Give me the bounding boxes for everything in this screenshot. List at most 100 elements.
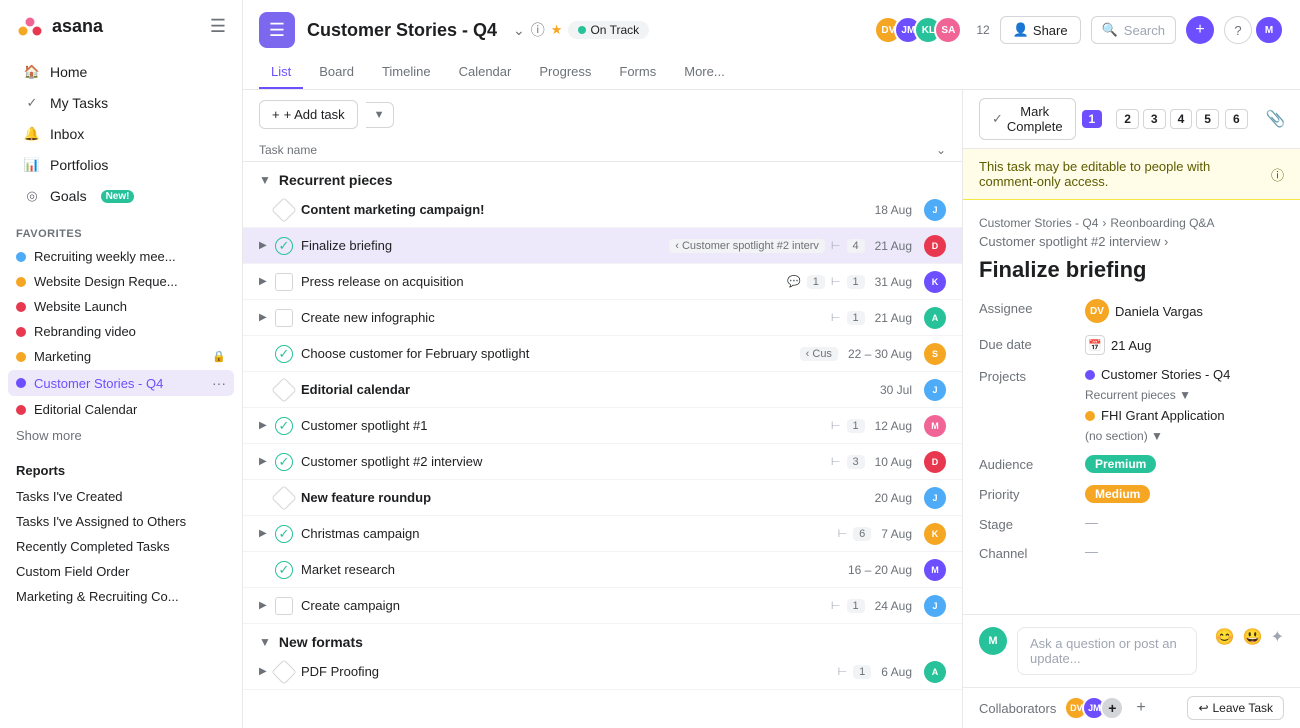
expand-icon[interactable]: ▶ xyxy=(259,456,275,467)
section-new-formats[interactable]: ▼ New formats xyxy=(243,624,962,654)
subtask-count: 1 xyxy=(847,275,865,289)
task-checkbox[interactable] xyxy=(271,659,296,684)
fav-label-customer-stories: Customer Stories - Q4 xyxy=(34,376,163,391)
reports-title[interactable]: Reports xyxy=(0,457,242,484)
add-collaborator-icon[interactable]: + xyxy=(1136,699,1145,717)
task-checkbox[interactable] xyxy=(271,197,296,222)
emoji-icon[interactable]: 😊 xyxy=(1215,627,1235,647)
tab-calendar[interactable]: Calendar xyxy=(447,56,524,89)
reports-item-custom-field[interactable]: Custom Field Order xyxy=(0,559,242,584)
favorite-item-editorial[interactable]: Editorial Calendar xyxy=(0,397,242,422)
sidebar-item-home[interactable]: 🏠 Home xyxy=(8,57,234,87)
task-row[interactable]: ▶ ✓ Customer spotlight #2 interview ⊢ 3 … xyxy=(243,444,962,480)
asana-logo[interactable]: asana xyxy=(16,12,103,40)
reports-item-assigned[interactable]: Tasks I've Assigned to Others xyxy=(0,509,242,534)
tab-board[interactable]: Board xyxy=(307,56,366,89)
comment-input[interactable]: Ask a question or post an update... xyxy=(1017,627,1197,675)
project2-row: FHI Grant Application (no section) ▼ xyxy=(1085,408,1284,443)
mark-complete-button[interactable]: ✓ Mark Complete xyxy=(979,98,1076,140)
expand-icon[interactable]: ▶ xyxy=(259,420,275,431)
task-checkbox[interactable] xyxy=(275,273,293,291)
task-avatar: K xyxy=(924,523,946,545)
sort-icon[interactable]: ⌄ xyxy=(936,143,946,157)
sidebar-toggle[interactable]: ☰ xyxy=(210,16,226,37)
task-row[interactable]: ▶ Create new infographic ⊢ 1 21 Aug A xyxy=(243,300,962,336)
favorite-item-website-launch[interactable]: Website Launch xyxy=(0,294,242,319)
project-icon[interactable]: ☰ xyxy=(259,12,295,48)
reports-item-created[interactable]: Tasks I've Created xyxy=(0,484,242,509)
expand-icon[interactable]: ▶ xyxy=(259,276,275,287)
sidebar-item-mytasks[interactable]: ✓ My Tasks xyxy=(8,88,234,118)
task-row[interactable]: ✓ Market research 16 – 20 Aug M xyxy=(243,552,962,588)
subtask-icon[interactable]: ⊢ xyxy=(1292,105,1300,133)
smiley-icon[interactable]: 😃 xyxy=(1243,627,1263,647)
tab-progress[interactable]: Progress xyxy=(527,56,603,89)
task-meta: ‹ Customer spotlight #2 interv ⊢ 4 21 Au… xyxy=(669,235,946,257)
task-checkbox[interactable]: ✓ xyxy=(275,525,293,543)
search-box[interactable]: 🔍 Search xyxy=(1091,16,1176,44)
favorite-item-customer-stories[interactable]: Customer Stories - Q4 ··· xyxy=(8,370,234,396)
fav-label-website-launch: Website Launch xyxy=(34,299,127,314)
task-row[interactable]: ✓ Choose customer for February spotlight… xyxy=(243,336,962,372)
tab-timeline[interactable]: Timeline xyxy=(370,56,443,89)
info-icon[interactable]: ⓘ xyxy=(531,20,545,40)
task-row[interactable]: ▶ PDF Proofing ⊢ 1 6 Aug A xyxy=(243,654,962,690)
chevron-down-icon[interactable]: ⌄ xyxy=(513,22,525,39)
task-row[interactable]: ▶ Press release on acquisition 💬 1 ⊢ 1 3… xyxy=(243,264,962,300)
content-area: + + Add task ▼ Task name ⌄ ▼ Recurrent p… xyxy=(243,90,1300,728)
task-row[interactable]: ▶ ✓ Customer spotlight #1 ⊢ 1 12 Aug M xyxy=(243,408,962,444)
favorite-item-recruiting[interactable]: Recruiting weekly mee... xyxy=(0,244,242,269)
detail-breadcrumb[interactable]: Customer Stories - Q4 › Reonboarding Q&A xyxy=(979,216,1284,230)
reports-item-marketing-recruiting[interactable]: Marketing & Recruiting Co... xyxy=(0,584,242,609)
task-row[interactable]: Content marketing campaign! 18 Aug J xyxy=(243,192,962,228)
task-checkbox[interactable]: ✓ xyxy=(275,453,293,471)
add-button[interactable]: + xyxy=(1186,16,1214,44)
favorite-item-marketing[interactable]: Marketing 🔒 xyxy=(0,344,242,369)
help-button[interactable]: ? xyxy=(1224,16,1252,44)
project2-section[interactable]: (no section) ▼ xyxy=(1085,429,1163,443)
star-comment-icon[interactable]: ✦ xyxy=(1271,627,1284,647)
expand-icon[interactable]: ▶ xyxy=(259,600,275,611)
task-checkbox[interactable] xyxy=(271,377,296,402)
task-checkbox[interactable] xyxy=(275,597,293,615)
sidebar-item-goals[interactable]: ◎ Goals New! xyxy=(8,181,234,211)
sidebar-item-portfolios[interactable]: 📊 Portfolios xyxy=(8,150,234,180)
tab-forms[interactable]: Forms xyxy=(607,56,668,89)
sidebar-item-inbox[interactable]: 🔔 Inbox xyxy=(8,119,234,149)
assignee-value: DV Daniela Vargas xyxy=(1085,299,1203,323)
task-row[interactable]: Editorial calendar 30 Jul J xyxy=(243,372,962,408)
task-row[interactable]: ▶ ✓ Christmas campaign ⊢ 6 7 Aug K xyxy=(243,516,962,552)
leave-task-button[interactable]: ↩ Leave Task xyxy=(1187,696,1284,720)
share-button[interactable]: 👤 Share xyxy=(1000,16,1081,44)
star-icon[interactable]: ★ xyxy=(551,22,563,38)
expand-icon[interactable]: ▶ xyxy=(259,312,275,323)
task-checkbox[interactable]: ✓ xyxy=(275,345,293,363)
task-row[interactable]: ▶ ✓ Finalize briefing ‹ Customer spotlig… xyxy=(243,228,962,264)
on-track-badge: On Track xyxy=(568,21,649,39)
task-row[interactable]: New feature roundup 20 Aug J xyxy=(243,480,962,516)
attachment-icon[interactable]: 📎 xyxy=(1262,105,1290,133)
reports-item-completed[interactable]: Recently Completed Tasks xyxy=(0,534,242,559)
favorite-item-website-design[interactable]: Website Design Reque... xyxy=(0,269,242,294)
tab-more[interactable]: More... xyxy=(672,56,736,89)
favorite-item-rebranding[interactable]: Rebranding video xyxy=(0,319,242,344)
tab-list[interactable]: List xyxy=(259,56,303,89)
user-avatar[interactable]: M xyxy=(1254,15,1284,45)
task-checkbox[interactable]: ✓ xyxy=(275,417,293,435)
task-row[interactable]: ▶ Create campaign ⊢ 1 24 Aug J xyxy=(243,588,962,624)
more-options-icon[interactable]: ··· xyxy=(212,375,226,391)
task-checkbox[interactable] xyxy=(275,309,293,327)
add-task-dropdown[interactable]: ▼ xyxy=(366,102,394,128)
task-checkbox[interactable]: ✓ xyxy=(275,237,293,255)
dot-website-design xyxy=(16,277,26,287)
detail-parent-link[interactable]: Customer spotlight #2 interview › xyxy=(979,234,1284,249)
task-checkbox[interactable]: ✓ xyxy=(275,561,293,579)
task-checkbox[interactable] xyxy=(271,485,296,510)
show-more-button[interactable]: Show more xyxy=(0,422,242,449)
add-task-button[interactable]: + + Add task xyxy=(259,100,358,129)
add-collaborator-button[interactable]: + xyxy=(1100,696,1124,720)
section-recurrent-pieces[interactable]: ▼ Recurrent pieces xyxy=(243,162,962,192)
project1-section[interactable]: Recurrent pieces ▼ xyxy=(1085,388,1191,402)
expand-icon[interactable]: ▶ xyxy=(259,240,275,251)
expand-icon[interactable]: ▶ xyxy=(259,528,275,539)
